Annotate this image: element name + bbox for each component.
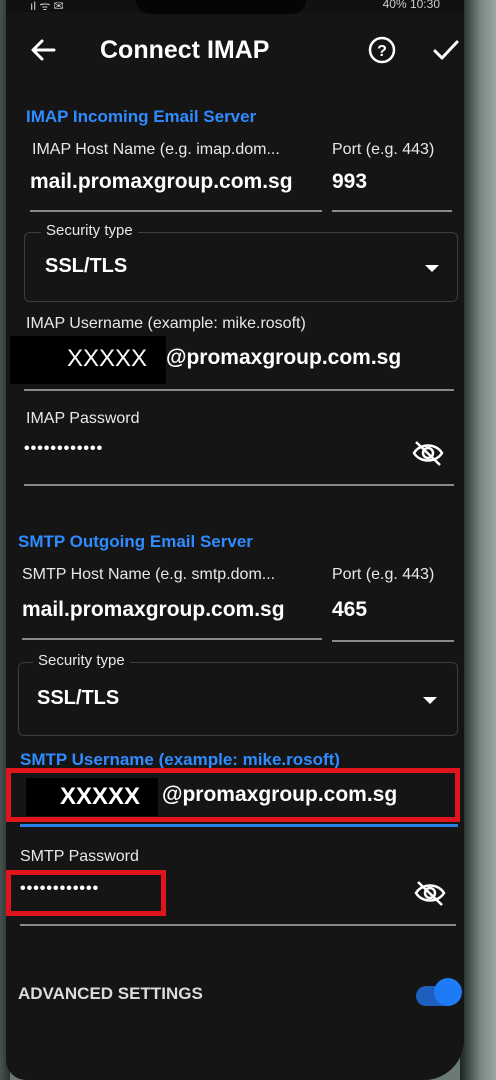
highlight-box-smtp-username <box>6 768 460 822</box>
smtp-host-underline <box>22 638 322 640</box>
smtp-username-label: SMTP Username (example: mike.rosoft) <box>20 750 340 769</box>
eye-off-icon <box>414 881 446 906</box>
imap-password-underline <box>24 484 454 486</box>
smtp-password-label: SMTP Password <box>20 848 139 865</box>
imap-security-dropdown[interactable]: Security type SSL/TLS <box>24 222 458 302</box>
imap-username-input[interactable]: @promaxgroup.com.sg <box>166 346 401 370</box>
imap-username-redacted-text: XXXXX <box>67 345 148 372</box>
imap-password-visibility-toggle[interactable] <box>410 438 446 468</box>
imap-password-input[interactable]: •••••••••••• <box>24 440 103 458</box>
arrow-left-icon <box>31 39 56 61</box>
smtp-security-value: SSL/TLS <box>37 687 120 709</box>
app-screen: ıl ᯤ ✉ 40% 10:30 Connect IMAP ? IMAP Inc… <box>6 0 464 1080</box>
smtp-host-input[interactable]: mail.promaxgroup.com.sg <box>22 598 285 622</box>
smtp-security-label: Security type <box>33 652 130 669</box>
status-signal: ıl ᯤ ✉ <box>30 0 64 13</box>
highlight-box-smtp-password <box>6 870 166 916</box>
imap-port-label: Port (e.g. 443) <box>332 141 435 158</box>
imap-section-title: IMAP Incoming Email Server <box>26 107 257 126</box>
back-button[interactable] <box>24 30 64 70</box>
advanced-settings-label: ADVANCED SETTINGS <box>18 984 203 1003</box>
smtp-password-underline <box>20 924 456 926</box>
smtp-username-underline <box>20 824 458 827</box>
imap-security-value: SSL/TLS <box>45 255 128 277</box>
app-bar: Connect IMAP ? <box>6 20 464 84</box>
save-button[interactable] <box>430 34 462 66</box>
svg-text:?: ? <box>377 43 387 60</box>
device-bezel-right <box>460 0 496 1080</box>
smtp-host-label: SMTP Host Name (e.g. smtp.dom... <box>22 566 276 583</box>
imap-security-label: Security type <box>41 222 138 239</box>
status-battery-time: 40% 10:30 <box>382 0 440 11</box>
imap-host-label: IMAP Host Name (e.g. imap.dom... <box>32 141 280 158</box>
caret-down-icon <box>423 697 437 704</box>
imap-username-label: IMAP Username (example: mike.rosoft) <box>26 315 306 332</box>
smtp-section-title: SMTP Outgoing Email Server <box>18 532 253 551</box>
imap-password-label: IMAP Password <box>26 410 140 427</box>
advanced-settings-toggle-knob[interactable] <box>434 978 462 1006</box>
imap-username-underline <box>24 389 454 391</box>
imap-port-underline <box>332 210 452 212</box>
help-button[interactable]: ? <box>366 34 398 66</box>
imap-username-redaction: XXXXX <box>10 336 166 384</box>
page-title: Connect IMAP <box>100 36 270 64</box>
smtp-password-visibility-toggle[interactable] <box>412 878 448 908</box>
smtp-port-input[interactable]: 465 <box>332 598 367 622</box>
caret-down-icon <box>425 265 439 272</box>
imap-host-underline <box>30 210 322 212</box>
help-circle-icon: ? <box>368 36 396 64</box>
smtp-port-label: Port (e.g. 443) <box>332 566 435 583</box>
check-icon <box>433 40 459 60</box>
imap-host-input[interactable]: mail.promaxgroup.com.sg <box>30 170 293 194</box>
eye-off-icon <box>412 441 444 466</box>
camera-notch <box>136 0 306 14</box>
smtp-security-dropdown[interactable]: Security type SSL/TLS <box>18 652 458 736</box>
imap-port-input[interactable]: 993 <box>332 170 367 194</box>
smtp-port-underline <box>332 640 454 642</box>
